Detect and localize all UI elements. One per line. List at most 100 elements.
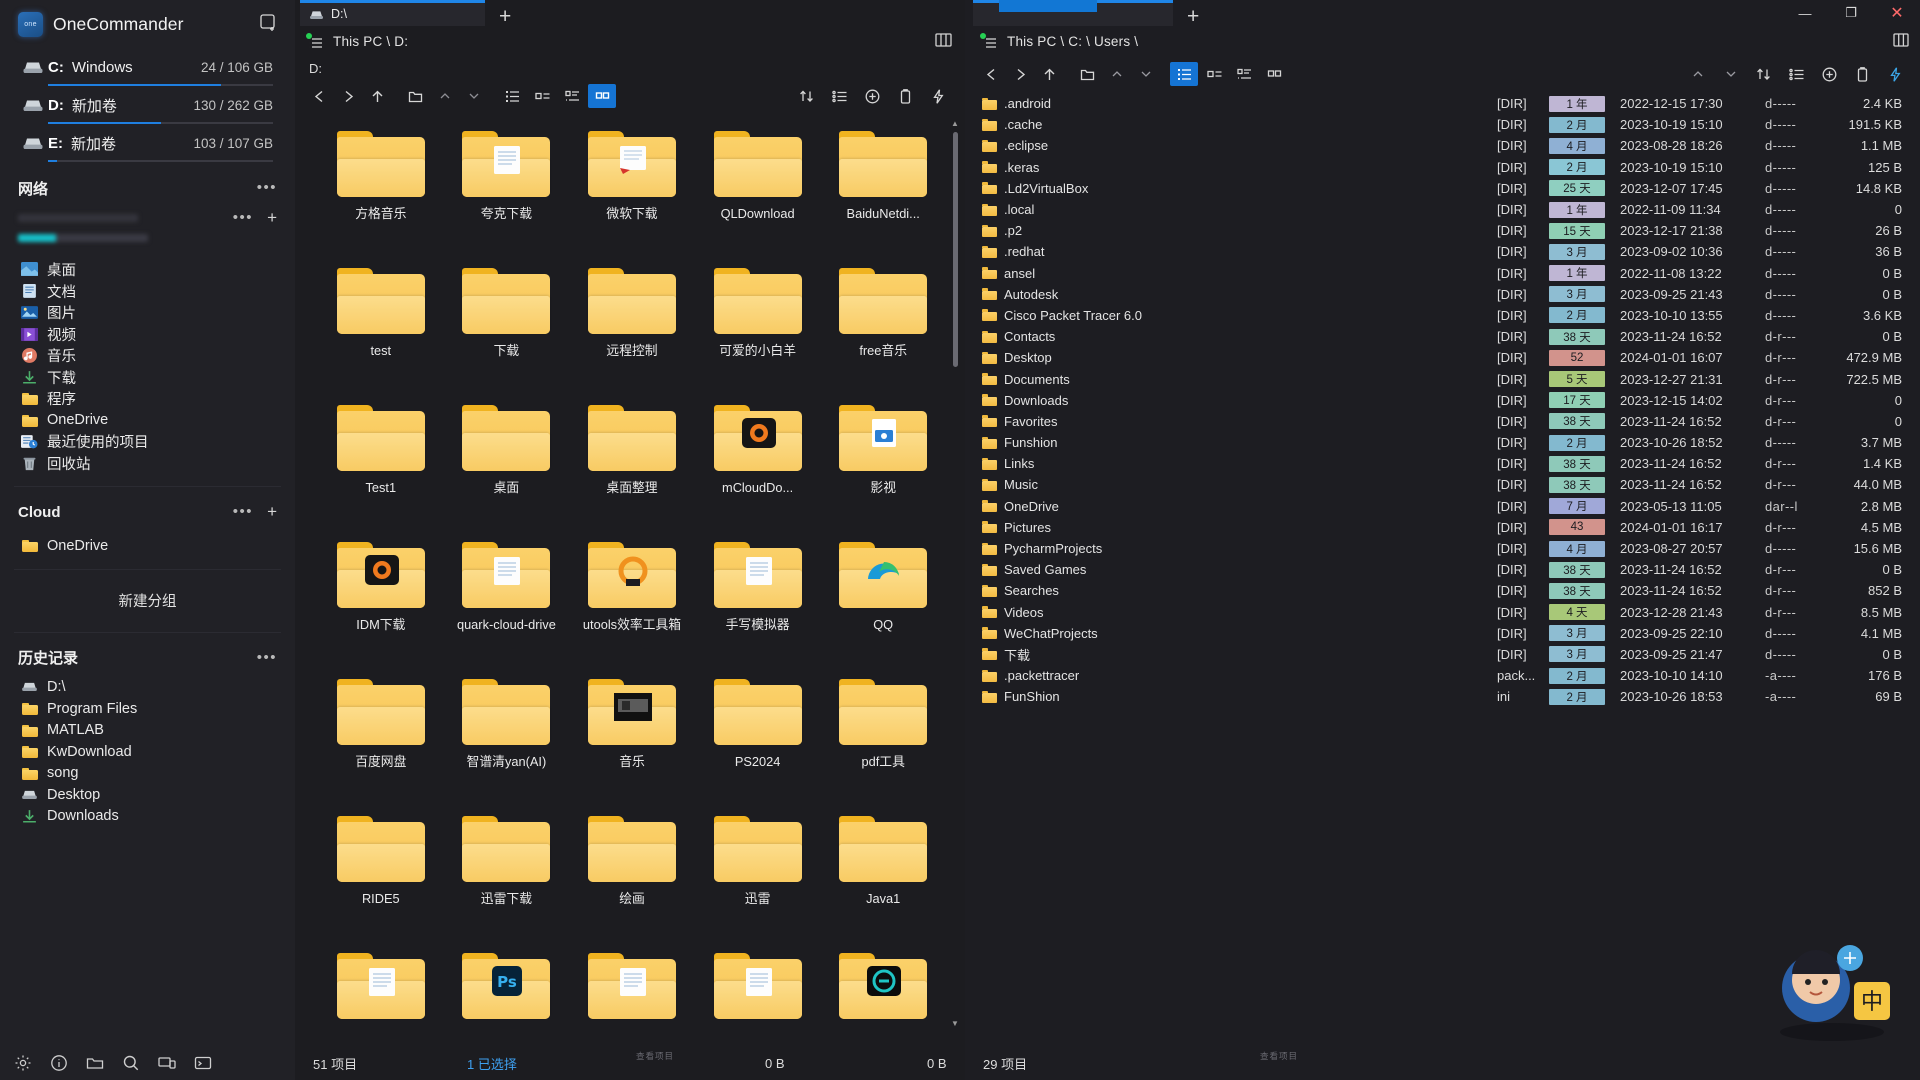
table-row[interactable]: 下载 [DIR] 3 月 2023-09-25 21:47 d----- 0 B [965, 644, 1920, 665]
drive-item-c[interactable]: C: Windows 24 / 106 GB [0, 51, 295, 89]
grid-item[interactable]: 迅雷 [696, 806, 820, 943]
grid-item[interactable]: BaiduNetdi... [821, 121, 945, 258]
table-row[interactable]: WeChatProjects [DIR] 3 月 2023-09-25 22:1… [965, 623, 1920, 644]
right-sort-icon[interactable] [1749, 61, 1778, 87]
history-item-2[interactable]: MATLAB [0, 720, 295, 742]
table-row[interactable]: Music [DIR] 38 天 2023-11-24 16:52 d-r---… [965, 474, 1920, 495]
table-row[interactable]: FunShion ini 2 月 2023-10-26 18:53 -a----… [965, 686, 1920, 707]
history-item-0[interactable]: D:\ [0, 677, 295, 699]
grid-item[interactable]: 可爱的小白羊 [696, 258, 820, 395]
grid-item[interactable] [696, 943, 820, 1046]
table-row[interactable]: Links [DIR] 38 天 2023-11-24 16:52 d-r---… [965, 453, 1920, 474]
grid-item[interactable]: 远程控制 [570, 258, 694, 395]
new-group-button[interactable]: 新建分组 [0, 578, 295, 624]
right-view-grid-button[interactable] [1260, 62, 1288, 86]
scrollbar-up-arrow[interactable]: ▲ [951, 119, 959, 128]
table-row[interactable]: Funshion [DIR] 2 月 2023-10-26 18:52 d---… [965, 432, 1920, 453]
table-row[interactable]: .keras [DIR] 2 月 2023-10-19 15:10 d-----… [965, 157, 1920, 178]
devices-icon[interactable] [157, 1054, 176, 1073]
sidebar-item-4[interactable]: 音乐 [0, 345, 295, 367]
grid-item[interactable]: 下载 [445, 258, 569, 395]
sort-icon[interactable] [792, 83, 821, 109]
blurred-add-icon[interactable]: + [267, 209, 277, 226]
drive-item-d[interactable]: D: 新加卷 130 / 262 GB [0, 89, 295, 127]
table-row[interactable]: Contacts [DIR] 38 天 2023-11-24 16:52 d-r… [965, 326, 1920, 347]
grid-item[interactable]: 微软下载 [570, 121, 694, 258]
table-row[interactable]: .cache [DIR] 2 月 2023-10-19 15:10 d-----… [965, 114, 1920, 135]
history-item-1[interactable]: Program Files [0, 698, 295, 720]
up-button[interactable] [363, 83, 392, 109]
grid-item[interactable] [821, 943, 945, 1046]
back-button[interactable] [305, 83, 334, 109]
grid-item[interactable]: mCloudDo... [696, 395, 820, 532]
grid-item[interactable]: test [319, 258, 443, 395]
table-row[interactable]: ansel [DIR] 1 年 2022-11-08 13:22 d----- … [965, 263, 1920, 284]
right-view-details-button[interactable] [1170, 62, 1198, 86]
grid-item[interactable]: free音乐 [821, 258, 945, 395]
view-details-button[interactable] [498, 84, 526, 108]
right-scroll-down-icon[interactable] [1131, 61, 1160, 87]
view-list-button[interactable] [558, 84, 586, 108]
grid-item[interactable]: Ps [445, 943, 569, 1046]
sidebar-item-6[interactable]: 程序 [0, 388, 295, 410]
table-row[interactable]: .Ld2VirtualBox [DIR] 25 天 2023-12-07 17:… [965, 178, 1920, 199]
table-row[interactable]: Favorites [DIR] 38 天 2023-11-24 16:52 d-… [965, 411, 1920, 432]
add-circle-icon[interactable] [858, 83, 887, 109]
right-forward-button[interactable] [1006, 61, 1035, 87]
table-row[interactable]: .packettracer pack... 2 月 2023-10-10 14:… [965, 665, 1920, 686]
table-row[interactable]: Desktop [DIR] 52 2024-01-01 16:07 d-r---… [965, 347, 1920, 368]
new-folder-icon[interactable] [401, 83, 430, 109]
maximize-button[interactable]: ❐ [1828, 0, 1874, 26]
view-tiles-button[interactable] [528, 84, 556, 108]
center-new-tab-button[interactable]: + [499, 6, 511, 27]
right-quick-actions-icon[interactable] [1881, 61, 1910, 87]
minimize-button[interactable]: — [1782, 0, 1828, 26]
cloud-item-0[interactable]: OneDrive [0, 535, 295, 557]
grid-item[interactable]: utools效率工具箱 [570, 532, 694, 669]
open-folder-icon[interactable] [85, 1054, 104, 1073]
forward-button[interactable] [334, 83, 363, 109]
right-clipboard-icon[interactable] [1848, 61, 1877, 87]
table-row[interactable]: .local [DIR] 1 年 2022-11-09 11:34 d-----… [965, 199, 1920, 220]
terminal-icon[interactable] [193, 1054, 212, 1073]
history-item-6[interactable]: Downloads [0, 806, 295, 828]
sidebar-item-0[interactable]: 桌面 [0, 259, 295, 281]
table-row[interactable]: Autodesk [DIR] 3 月 2023-09-25 21:43 d---… [965, 284, 1920, 305]
history-item-3[interactable]: KwDownload [0, 741, 295, 763]
table-row[interactable]: Saved Games [DIR] 38 天 2023-11-24 16:52 … [965, 559, 1920, 580]
drive-item-e[interactable]: E: 新加卷 103 / 107 GB [0, 127, 295, 165]
clipboard-icon[interactable] [891, 83, 920, 109]
quick-actions-icon[interactable] [924, 83, 953, 109]
grid-item[interactable]: pdf工具 [821, 669, 945, 806]
history-item-4[interactable]: song [0, 763, 295, 785]
grid-item[interactable]: 百度网盘 [319, 669, 443, 806]
table-row[interactable]: .p2 [DIR] 15 天 2023-12-17 21:38 d----- 2… [965, 220, 1920, 241]
sidebar-item-7[interactable]: OneDrive [0, 410, 295, 432]
right-view-list-button[interactable] [1230, 62, 1258, 86]
history-more-icon[interactable]: ••• [257, 650, 277, 665]
table-row[interactable]: .android [DIR] 1 年 2022-12-15 17:30 d---… [965, 93, 1920, 114]
grid-item[interactable]: 桌面 [445, 395, 569, 532]
cloud-more-icon[interactable]: ••• [233, 504, 253, 519]
close-button[interactable]: ✕ [1874, 0, 1920, 26]
sidebar-item-5[interactable]: 下载 [0, 367, 295, 389]
scrollbar-down-arrow[interactable]: ▼ [951, 1019, 959, 1028]
right-up-button[interactable] [1035, 61, 1064, 87]
sidebar-item-3[interactable]: 视频 [0, 324, 295, 346]
right-group-list-icon[interactable] [1782, 61, 1811, 87]
grid-item[interactable]: 音乐 [570, 669, 694, 806]
grid-item[interactable] [319, 943, 443, 1046]
table-row[interactable]: .eclipse [DIR] 4 月 2023-08-28 18:26 d---… [965, 135, 1920, 156]
grid-item[interactable]: quark-cloud-drive [445, 532, 569, 669]
grid-item[interactable] [570, 943, 694, 1046]
right-scroll-up-icon[interactable] [1102, 61, 1131, 87]
table-row[interactable]: Documents [DIR] 5 天 2023-12-27 21:31 d-r… [965, 368, 1920, 389]
grid-item[interactable]: 影视 [821, 395, 945, 532]
network-more-icon[interactable]: ••• [257, 180, 277, 195]
right-new-folder-icon[interactable] [1073, 61, 1102, 87]
right-new-tab-button[interactable]: + [1187, 6, 1199, 27]
right-columns-view-icon[interactable] [1892, 31, 1910, 53]
center-breadcrumb[interactable]: This PC \ D: [333, 34, 408, 49]
center-vertical-scrollbar[interactable]: ▲ ▼ [951, 119, 959, 1028]
grid-item[interactable]: 迅雷下载 [445, 806, 569, 943]
